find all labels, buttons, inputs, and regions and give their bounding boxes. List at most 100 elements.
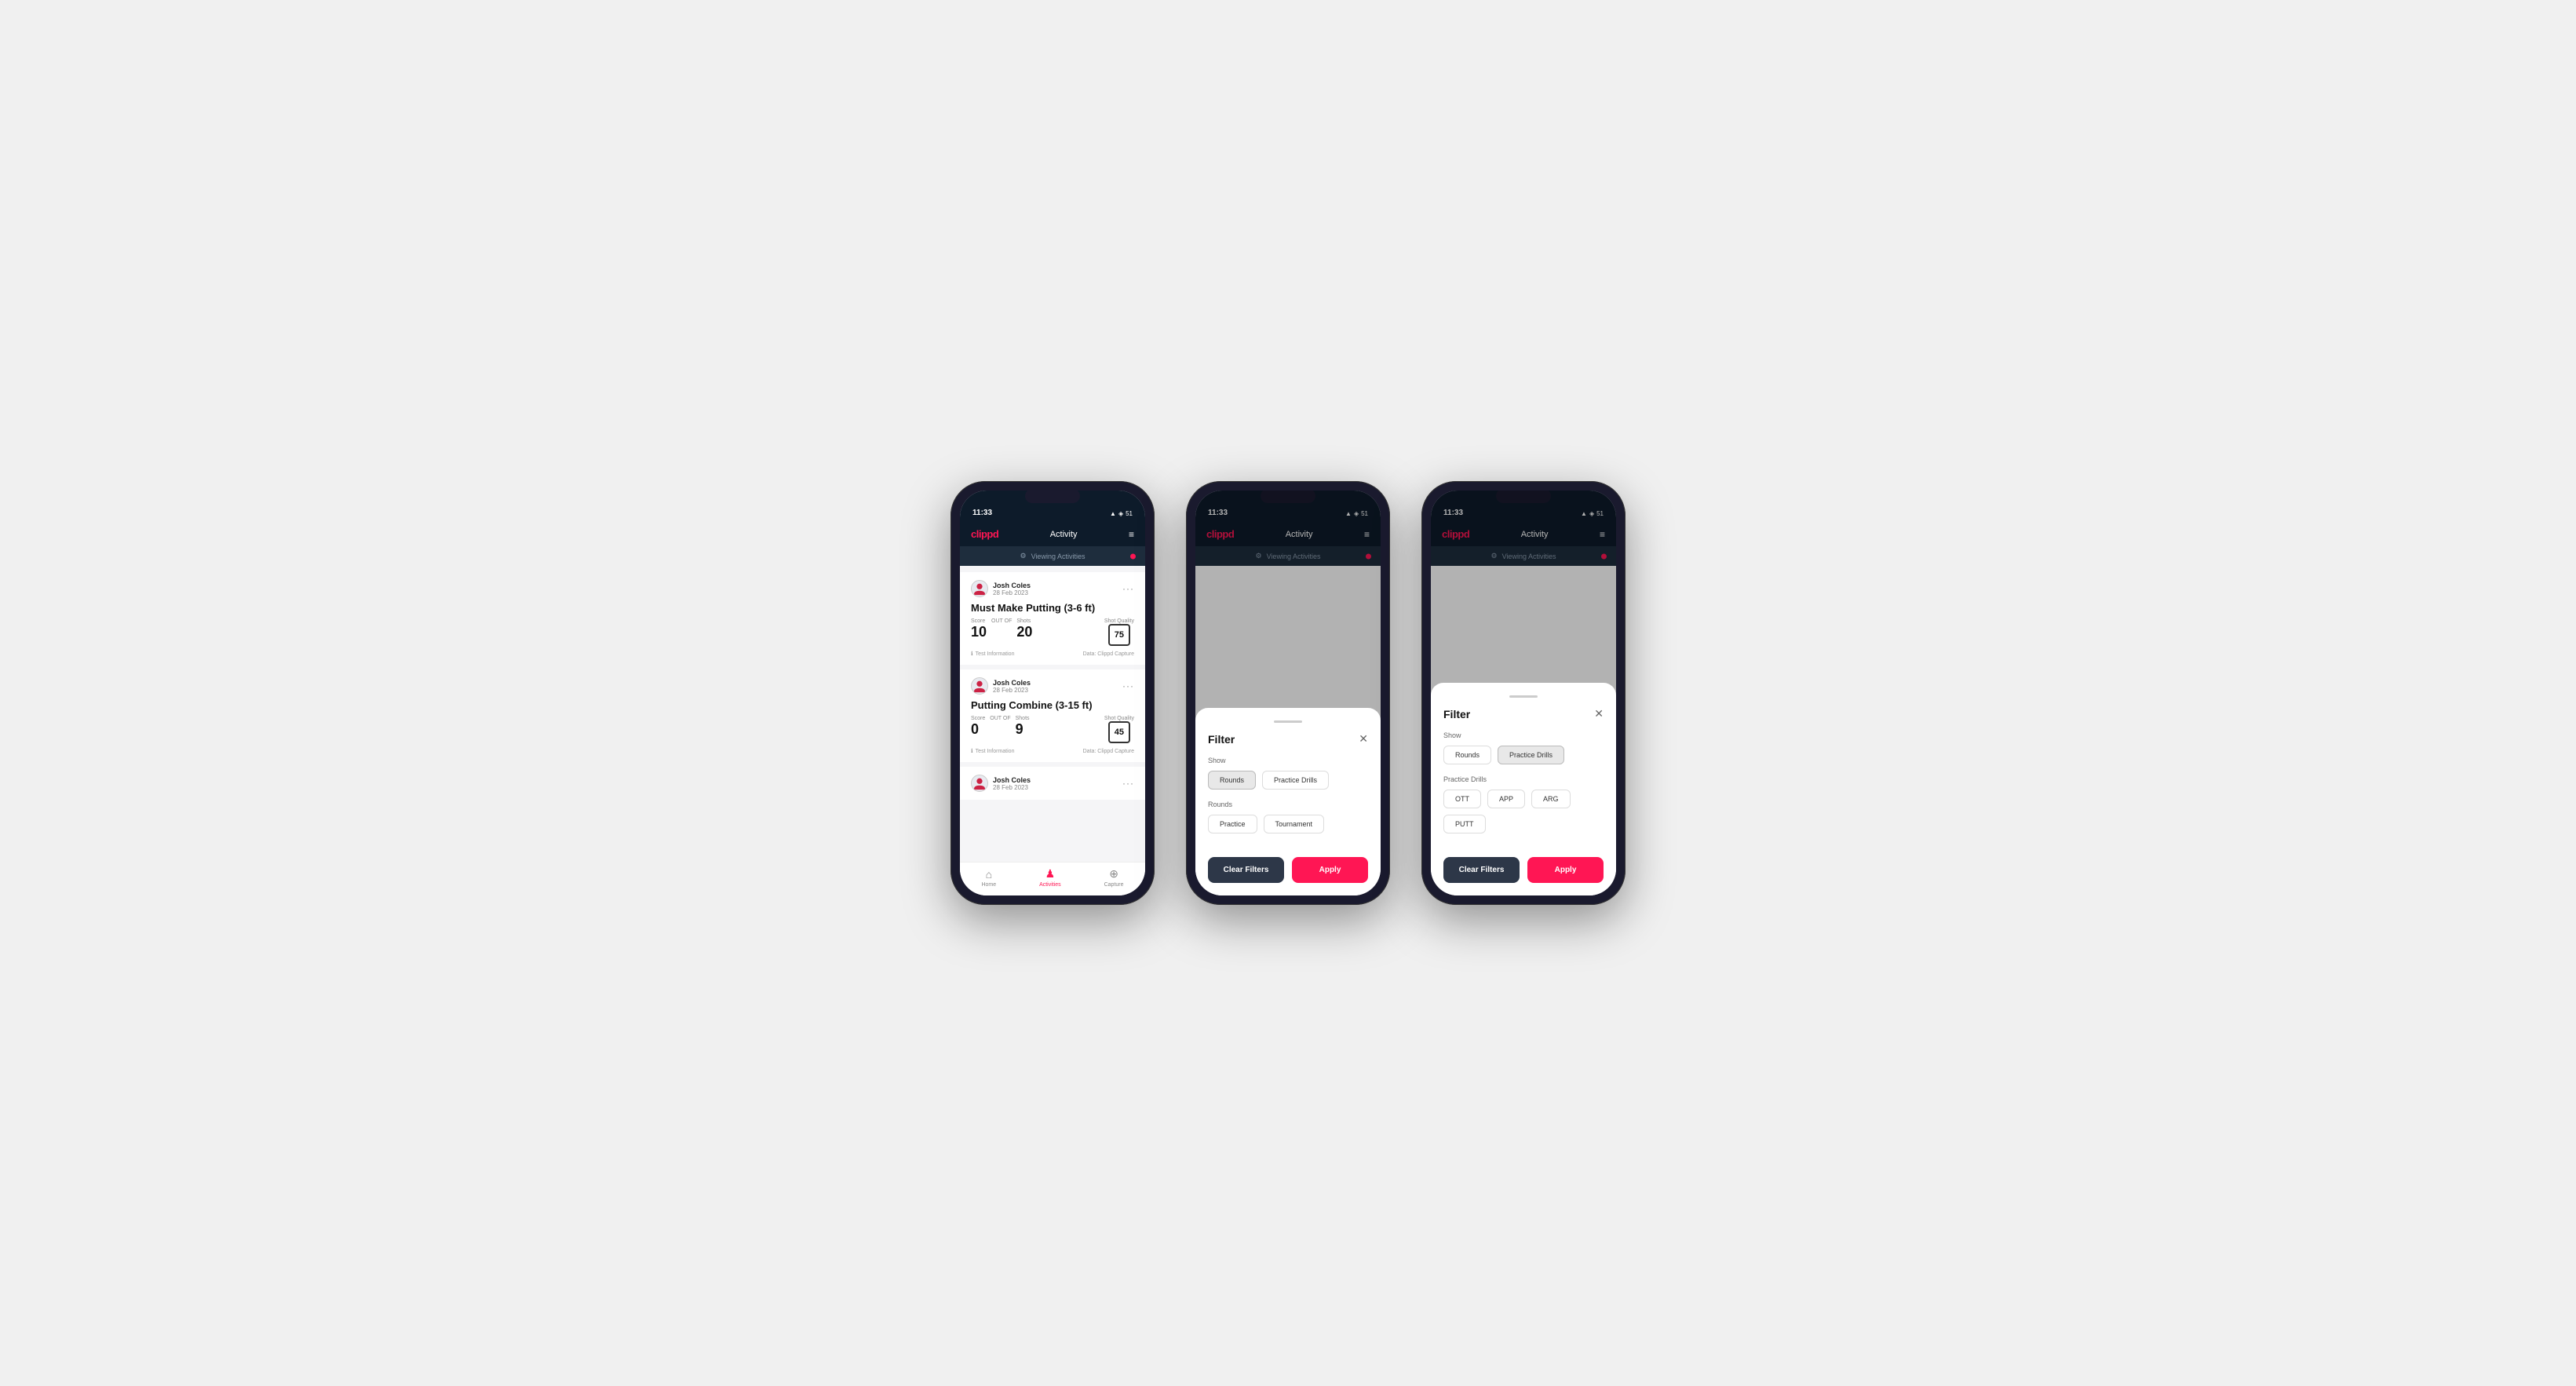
user-name-3: Josh Coles: [993, 776, 1031, 784]
modal-title-2: Filter: [1208, 733, 1235, 746]
close-button-2[interactable]: ✕: [1359, 732, 1368, 746]
activity-title-1: Must Make Putting (3-6 ft): [971, 602, 1134, 614]
practice-drills-show-btn-3[interactable]: Practice Drills: [1498, 746, 1564, 764]
ott-btn-3[interactable]: OTT: [1443, 790, 1481, 808]
modal-overlay-2[interactable]: [1195, 491, 1381, 739]
capture-icon-1: ⊕: [1109, 867, 1118, 881]
shots-value-1: 20: [1016, 624, 1032, 640]
sq-label-2: Shot Quality: [1104, 716, 1134, 721]
more-options-2[interactable]: ···: [1122, 680, 1134, 691]
test-info-2: ℹ Test Information: [971, 748, 1014, 754]
phone-3: 11:33 ▲ ◈ 51 clippd Activity ≡ ⚙ Viewing…: [1421, 481, 1626, 905]
user-info-1: Josh Coles 28 Feb 2023: [971, 580, 1031, 597]
data-source-2: Data: Clippd Capture: [1083, 749, 1134, 754]
avatar-2: [971, 677, 988, 695]
scroll-area-1[interactable]: Josh Coles 28 Feb 2023 ··· Must Make Put…: [960, 566, 1145, 862]
show-options-3: Rounds Practice Drills: [1443, 746, 1604, 764]
tournament-btn-2[interactable]: Tournament: [1264, 815, 1325, 833]
signal-icon: ▲: [1110, 510, 1116, 517]
shots-label-2: Shots: [1016, 716, 1030, 721]
shots-label-1: Shots: [1016, 618, 1032, 624]
user-date-3: 28 Feb 2023: [993, 784, 1031, 791]
putt-btn-3[interactable]: PUTT: [1443, 815, 1486, 833]
out-of-2: OUT OF: [990, 716, 1010, 721]
practice-btn-2[interactable]: Practice: [1208, 815, 1257, 833]
user-name-1: Josh Coles: [993, 582, 1031, 589]
app-logo-1: clippd: [971, 528, 998, 540]
shots-value-2: 9: [1016, 721, 1023, 737]
menu-icon-1[interactable]: ≡: [1129, 529, 1134, 540]
phone-1: 11:33 ▲ ◈ 51 clippd Activity ≡ ⚙ Viewing…: [950, 481, 1155, 905]
activity-title-2: Putting Combine (3-15 ft): [971, 699, 1134, 711]
activity-card-2: Josh Coles 28 Feb 2023 ··· Putting Combi…: [960, 669, 1145, 762]
score-value-1: 10: [971, 624, 987, 640]
test-info-1: ℹ Test Information: [971, 651, 1014, 657]
activity-card-3: Josh Coles 28 Feb 2023 ···: [960, 767, 1145, 800]
user-info-3: Josh Coles 28 Feb 2023: [971, 775, 1031, 792]
score-label-2: Score: [971, 716, 985, 721]
rounds-options-2: Practice Tournament: [1208, 815, 1368, 833]
nav-capture-1[interactable]: ⊕ Capture: [1104, 867, 1124, 888]
apply-btn-2[interactable]: Apply: [1292, 857, 1368, 883]
avatar-3: [971, 775, 988, 792]
home-label-1: Home: [981, 882, 996, 888]
score-label-1: Score: [971, 618, 987, 624]
header-title-1: Activity: [1050, 530, 1078, 539]
notification-dot-1: [1130, 553, 1136, 559]
user-info-2: Josh Coles 28 Feb 2023: [971, 677, 1031, 695]
stats-row-2: Score 0 OUT OF Shots 9 Shot Quality 45: [971, 716, 1134, 743]
rounds-show-btn-3[interactable]: Rounds: [1443, 746, 1491, 764]
activities-icon-1: ♟: [1045, 867, 1056, 881]
modal-title-3: Filter: [1443, 708, 1470, 720]
home-icon-1: ⌂: [986, 868, 992, 881]
status-icons-1: ▲ ◈ 51: [1110, 510, 1133, 517]
show-label-3: Show: [1443, 731, 1604, 739]
sq-label-1: Shot Quality: [1104, 618, 1134, 624]
practice-drills-options-3: OTT APP ARG PUTT: [1443, 790, 1604, 833]
sq-badge-1: 75: [1108, 624, 1130, 646]
user-date-1: 28 Feb 2023: [993, 589, 1031, 596]
user-date-2: 28 Feb 2023: [993, 687, 1031, 694]
modal-footer-2: Clear Filters Apply: [1208, 857, 1368, 883]
viewing-banner-text-1: Viewing Activities: [1031, 553, 1085, 560]
phone-2: 11:33 ▲ ◈ 51 clippd Activity ≡ ⚙ Viewing…: [1186, 481, 1390, 905]
status-time-1: 11:33: [972, 509, 992, 517]
modal-header-3: Filter ✕: [1443, 707, 1604, 720]
app-header-1: clippd Activity ≡: [960, 522, 1145, 546]
nav-home-1[interactable]: ⌂ Home: [981, 868, 996, 888]
battery-icon: 51: [1126, 510, 1133, 517]
card-footer-2: ℹ Test Information Data: Clippd Capture: [971, 748, 1134, 754]
apply-btn-3[interactable]: Apply: [1527, 857, 1604, 883]
modal-handle-3: [1509, 695, 1538, 698]
bottom-nav-1: ⌂ Home ♟ Activities ⊕ Capture: [960, 862, 1145, 895]
score-value-2: 0: [971, 721, 979, 737]
dynamic-island-1: [1025, 489, 1080, 503]
card-footer-1: ℹ Test Information Data: Clippd Capture: [971, 651, 1134, 657]
clear-filters-btn-3[interactable]: Clear Filters: [1443, 857, 1520, 883]
avatar-1: [971, 580, 988, 597]
filter-modal-2: Filter ✕ Show Rounds Practice Drills Rou…: [1195, 708, 1381, 895]
practice-drills-label-3: Practice Drills: [1443, 775, 1604, 783]
modal-header-2: Filter ✕: [1208, 732, 1368, 746]
app-btn-3[interactable]: APP: [1487, 790, 1525, 808]
nav-activities-1[interactable]: ♟ Activities: [1039, 867, 1061, 888]
data-source-1: Data: Clippd Capture: [1083, 651, 1134, 657]
out-of-1: OUT OF: [991, 618, 1012, 624]
viewing-banner-1[interactable]: ⚙ Viewing Activities: [960, 546, 1145, 566]
close-button-3[interactable]: ✕: [1594, 707, 1604, 720]
rounds-show-btn-2[interactable]: Rounds: [1208, 771, 1256, 790]
arg-btn-3[interactable]: ARG: [1531, 790, 1571, 808]
modal-footer-3: Clear Filters Apply: [1443, 857, 1604, 883]
filter-modal-3: Filter ✕ Show Rounds Practice Drills Pra…: [1431, 683, 1616, 895]
more-options-3[interactable]: ···: [1122, 778, 1134, 789]
show-label-2: Show: [1208, 757, 1368, 764]
activity-card-1: Josh Coles 28 Feb 2023 ··· Must Make Put…: [960, 572, 1145, 665]
more-options-1[interactable]: ···: [1122, 583, 1134, 594]
activities-label-1: Activities: [1039, 882, 1061, 888]
sq-badge-2: 45: [1108, 721, 1130, 743]
capture-label-1: Capture: [1104, 882, 1124, 888]
practice-drills-show-btn-2[interactable]: Practice Drills: [1262, 771, 1329, 790]
modal-handle-2: [1274, 720, 1302, 723]
clear-filters-btn-2[interactable]: Clear Filters: [1208, 857, 1284, 883]
rounds-label-2: Rounds: [1208, 801, 1368, 808]
